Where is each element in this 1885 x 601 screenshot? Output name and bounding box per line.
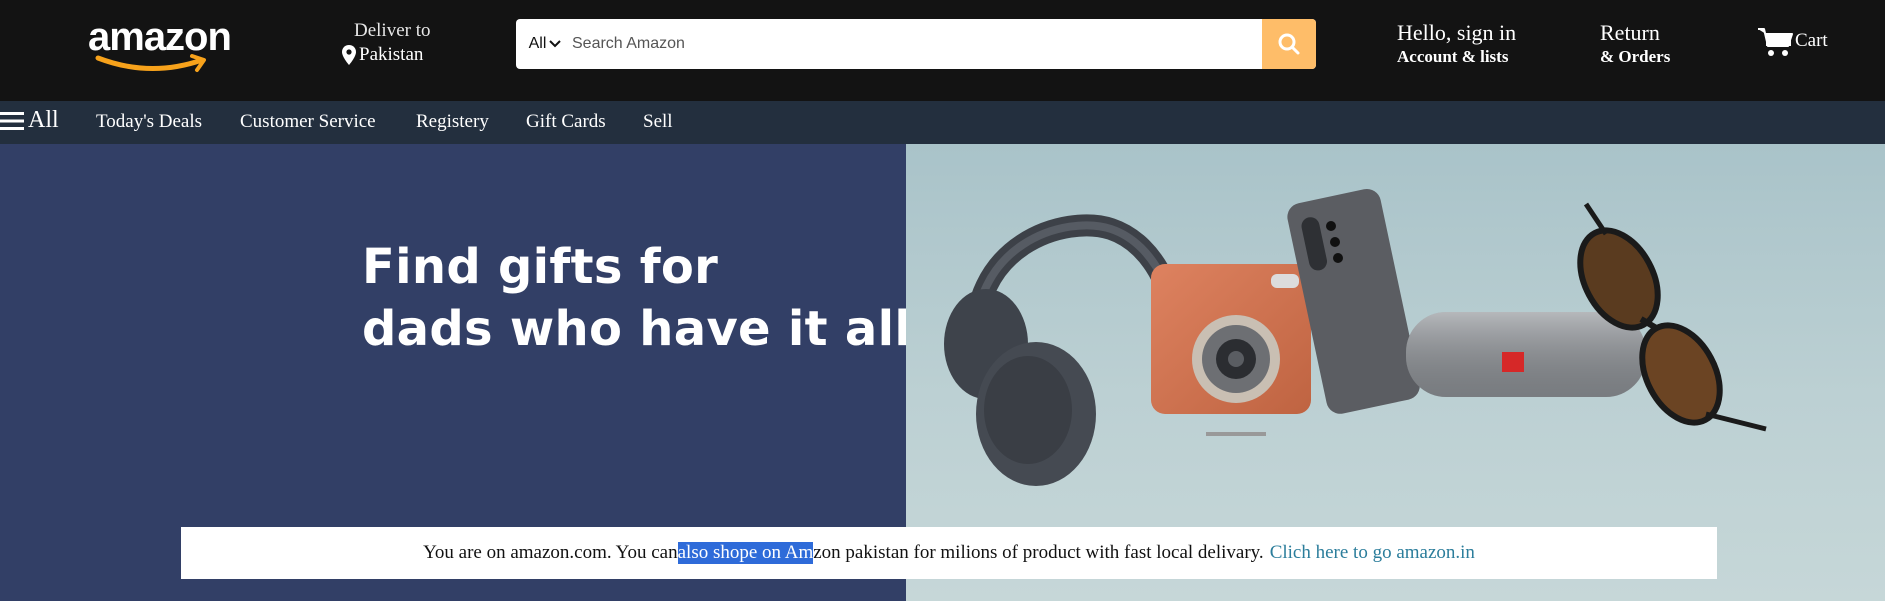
go-amazon-in-link[interactable]: Clich here to go amazon.in (1270, 542, 1475, 564)
nav-item-registry[interactable]: Registery (416, 111, 489, 133)
deliver-location-text: Pakistan (359, 44, 424, 65)
notice-text-before: You are on amazon.com. You can (423, 542, 678, 563)
nav-all-menu[interactable]: All (0, 107, 59, 134)
nav-item-customer-service[interactable]: Customer Service (240, 111, 376, 133)
returns-label: Return (1600, 20, 1660, 45)
notice-text-after: zon pakistan for milions of product with… (813, 542, 1264, 563)
search-category-label: All (528, 35, 547, 52)
account-lists-label: Account & lists (1397, 47, 1509, 66)
hamburger-menu-icon (0, 111, 24, 130)
cart-label: Cart (1795, 30, 1828, 51)
signin-greeting: Hello, sign in (1397, 20, 1517, 45)
search-button[interactable] (1262, 19, 1316, 69)
nav-item-gift-cards[interactable]: Gift Cards (526, 111, 606, 133)
search-bar: All (516, 19, 1316, 69)
search-icon (1278, 33, 1300, 55)
location-pin-icon (342, 45, 356, 65)
nav-bar: All Today's Deals Customer Service Regis… (0, 101, 1885, 144)
notice-text-selected: also shope on Am (677, 542, 814, 564)
deliver-label: Deliver to (354, 20, 431, 41)
amazon-logo[interactable]: amazon (88, 14, 248, 74)
cart-button[interactable]: Cart (1757, 26, 1828, 58)
orders-label: & Orders (1600, 47, 1671, 66)
account-signin[interactable]: Hello, sign in Account & lists (1397, 20, 1516, 68)
hero-title-line2: dads who have it all (362, 301, 912, 357)
nav-item-sell[interactable]: Sell (643, 111, 673, 133)
deliver-location: Pakistan (342, 44, 423, 66)
speaker-icon (1406, 312, 1646, 397)
top-header: amazon Deliver to Pakistan All Search Am… (0, 0, 1885, 101)
search-input[interactable] (568, 19, 1262, 69)
logo-smile-icon (95, 54, 206, 72)
returns-orders[interactable]: Return & Orders (1600, 20, 1670, 68)
nav-item-todays-deals[interactable]: Today's Deals (96, 111, 202, 133)
hero-title: Find gifts for dads who have it all (362, 236, 911, 360)
hero-title-line1: Find gifts for (362, 239, 719, 295)
instant-camera-icon (1151, 264, 1311, 436)
nav-all-label: All (28, 107, 59, 133)
chevron-down-icon (549, 40, 562, 48)
search-category-select[interactable]: All (516, 19, 568, 69)
headphones-icon (944, 214, 1189, 486)
location-notice: You are on amazon.com. You can also shop… (181, 527, 1717, 579)
cart-icon (1758, 28, 1793, 56)
